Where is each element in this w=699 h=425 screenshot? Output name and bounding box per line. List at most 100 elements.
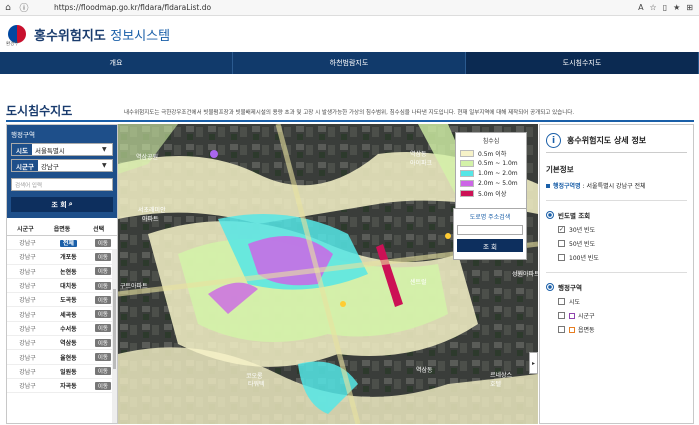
search-input[interactable]: 검색어 입력 [11, 178, 113, 191]
move-button[interactable]: 이동 [94, 295, 111, 304]
row-eupmyeondong: 도곡동 [60, 297, 77, 305]
region-row[interactable]: 강남구 전체 이동 [7, 236, 117, 251]
map-label: 역삼공원 [136, 153, 158, 161]
search-icon: ⌕ [68, 200, 73, 208]
region-row[interactable]: 강남구 논현동 이동 [7, 265, 117, 279]
address-search-title: 도로명 주소검색 [469, 214, 511, 221]
region-row[interactable]: 강남구 일원동 이동 [7, 365, 117, 379]
checkbox[interactable] [558, 312, 565, 319]
row-eupmyeondong: 개포동 [60, 254, 77, 262]
list-scrollbar[interactable] [112, 249, 117, 423]
sido-value: 서울특별시 [34, 146, 65, 155]
address-search-button[interactable]: 조 회 [457, 239, 523, 252]
row-sigungu: 강남구 [19, 354, 36, 362]
site-header: 환경부 홍수위험지도 정보시스템 [0, 16, 699, 52]
checkbox[interactable] [558, 326, 565, 333]
legend-item: 5.0m 이상 [460, 188, 522, 198]
chevron-down-icon: ▼ [102, 146, 107, 153]
url-bar[interactable]: https://floodmap.go.kr/fldara/fldaraList… [54, 3, 211, 12]
checkbox[interactable] [558, 254, 565, 261]
move-button[interactable]: 이동 [94, 281, 111, 290]
lock-icon[interactable]: ⓘ [16, 1, 32, 14]
title-underline [6, 120, 694, 122]
map-label: 서초래미안 [138, 206, 166, 214]
sigungu-select[interactable]: 시군구 강남구 ▼ [11, 159, 113, 172]
checkbox[interactable] [558, 298, 565, 305]
checkbox[interactable] [558, 240, 565, 247]
legend-swatch [460, 149, 474, 157]
home-icon[interactable]: ⌂ [0, 3, 16, 13]
region-row[interactable]: 강남구 세곡동 이동 [7, 307, 117, 322]
row-emd-wrap: 대치동 [48, 281, 89, 290]
region-option[interactable]: 시군구 [546, 311, 687, 320]
row-eupmyeondong: 수서동 [60, 325, 77, 333]
sigungu-label: 시군구 [12, 160, 38, 171]
row-emd-wrap: 전체 [48, 238, 89, 248]
checkbox[interactable]: ✓ [558, 226, 565, 233]
region-option[interactable]: 읍면동 [546, 325, 687, 334]
region-option[interactable]: 시도 [546, 297, 687, 306]
move-button[interactable]: 이동 [94, 353, 111, 362]
move-button[interactable]: 이동 [94, 324, 111, 333]
region-options: 시도시군구읍면동 [546, 297, 687, 334]
legend-swatch [460, 189, 474, 197]
address-input[interactable] [457, 225, 523, 235]
region-row[interactable]: 강남구 대치동 이동 [7, 279, 117, 294]
scroll-thumb[interactable] [113, 289, 116, 369]
region-row[interactable]: 강남구 도곡동 이동 [7, 293, 117, 308]
row-emd-wrap: 자곡동 [48, 381, 89, 390]
region-row[interactable]: 강남구 율현동 이동 [7, 350, 117, 365]
row-emd-wrap: 논현동 [48, 267, 89, 276]
favorites-icon[interactable]: ★ [673, 3, 680, 12]
map-label: 역삼동 [410, 150, 427, 158]
move-button[interactable]: 이동 [94, 252, 111, 261]
read-aloud-icon[interactable]: A [638, 3, 643, 12]
frequency-option[interactable]: ✓ 30년 빈도 [546, 225, 687, 234]
map-label: 르네상스 [490, 371, 513, 379]
bullet-icon [546, 183, 550, 188]
tab-urban-flood-map[interactable]: 도시침수지도 [466, 52, 699, 74]
sido-select[interactable]: 시도 서울특별시 ▼ [11, 143, 113, 156]
row-sigungu: 강남구 [19, 297, 36, 305]
gov-label: 환경부 [6, 42, 19, 47]
row-sigungu: 강남구 [19, 340, 36, 348]
col-select: 선택 [93, 226, 105, 233]
favorite-icon[interactable]: ☆ [650, 3, 657, 12]
col-eupmyeondong: 읍면동 [53, 226, 71, 233]
region-row[interactable]: 강남구 역삼동 이동 [7, 336, 117, 351]
region-row[interactable]: 강남구 수서동 이동 [7, 322, 117, 337]
row-sigungu: 강남구 [19, 325, 36, 333]
row-sigungu: 강남구 [19, 368, 36, 376]
row-emd-wrap: 개포동 [48, 252, 89, 261]
search-button[interactable]: 조 회 ⌕ [11, 197, 113, 212]
split-icon[interactable]: ▯ [663, 3, 667, 12]
region-row[interactable]: 강남구 개포동 이동 [7, 250, 117, 265]
site-title[interactable]: 홍수위험지도 정보시스템 [34, 25, 170, 44]
map-label: 센트럴 [410, 278, 427, 286]
row-sigungu: 강남구 [19, 240, 36, 248]
row-sigungu: 강남구 [19, 383, 36, 391]
move-button[interactable]: 이동 [94, 367, 111, 376]
region-list: 강남구 전체 이동 강남구 개포동 이동 강남구 논현동 이동 강남구 대치동 이동 강남구 도곡동 이동 강… [7, 236, 117, 394]
frequency-option[interactable]: 50년 빈도 [546, 239, 687, 248]
move-button[interactable]: 이동 [94, 338, 111, 347]
row-eupmyeondong: 자곡동 [60, 383, 77, 391]
region-row[interactable]: 강남구 자곡동 이동 [7, 379, 117, 394]
panel-toggle-arrow-icon[interactable]: ▸ [529, 352, 538, 374]
move-button[interactable]: 이동 [94, 267, 111, 276]
legend-swatch [460, 169, 474, 177]
move-button[interactable]: 이동 [94, 310, 111, 319]
collections-icon[interactable]: ⊞ [686, 3, 693, 12]
detail-header: i 홍수위험지도 상세 정보 [546, 129, 687, 153]
row-sigungu: 강남구 [19, 311, 36, 319]
frequency-label: 50년 빈도 [569, 241, 596, 248]
tab-overview[interactable]: 개요 [0, 52, 233, 74]
tab-river-flood-map[interactable]: 하천범람지도 [233, 52, 466, 74]
row-sigungu: 강남구 [19, 268, 36, 276]
row-emd-wrap: 도곡동 [48, 295, 89, 304]
move-button[interactable]: 이동 [94, 381, 111, 390]
row-eupmyeondong: 역삼동 [60, 340, 77, 348]
search-button-label: 조 회 [51, 200, 67, 209]
frequency-option[interactable]: 100년 빈도 [546, 253, 687, 262]
move-button[interactable]: 이동 [94, 238, 111, 247]
